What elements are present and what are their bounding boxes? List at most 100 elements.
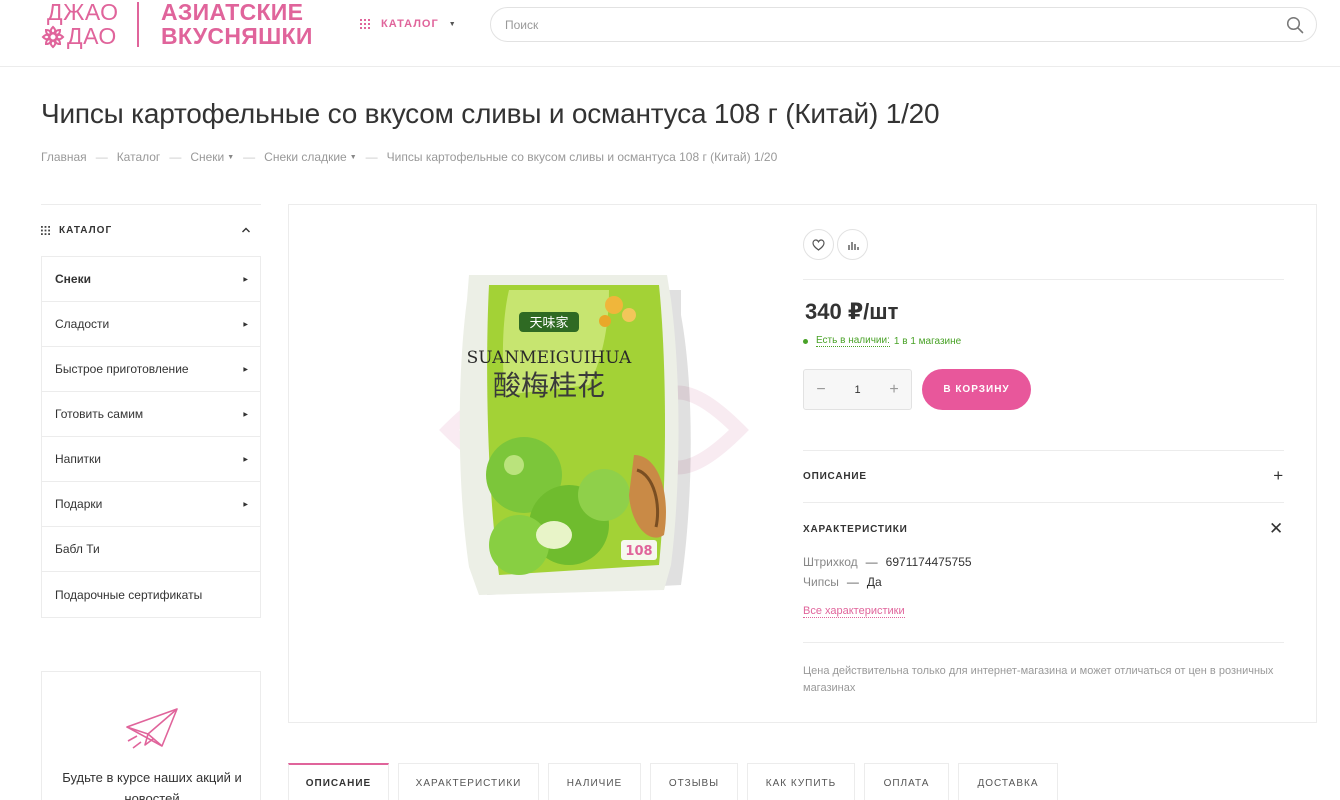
tab-availability[interactable]: НАЛИЧИЕ xyxy=(548,763,641,800)
sidebar-item-instant[interactable]: Быстрое приготовление ▶ xyxy=(42,347,260,392)
quantity-stepper: − 1 + xyxy=(803,369,912,410)
sidebar-item-label: Напитки xyxy=(55,452,101,466)
divider xyxy=(803,502,1284,503)
divider xyxy=(803,450,1284,451)
sidebar-item-bubble-tea[interactable]: Бабл Ти xyxy=(42,527,260,572)
logo-flower-icon xyxy=(41,25,65,49)
breadcrumb-separator: — xyxy=(169,150,182,164)
sidebar-catalog-title: КАТАЛОГ xyxy=(59,225,113,236)
breadcrumb-item-sweet-snacks[interactable]: Снеки сладкие xyxy=(264,150,347,164)
add-to-cart-button[interactable]: В КОРЗИНУ xyxy=(922,369,1031,410)
sidebar-item-label: Сладости xyxy=(55,317,110,331)
catalog-menu-button[interactable]: КАТАЛОГ ▼ xyxy=(360,16,456,32)
spec-key: Штрихкод xyxy=(803,555,858,569)
logo-text-line1: ДЖАО xyxy=(47,0,119,25)
caret-right-icon: ▶ xyxy=(243,322,248,328)
product-image[interactable]: 天味家 SUANMEIGUIHUA 酸梅桂花 108 xyxy=(409,245,779,615)
breadcrumb-item-current: Чипсы картофельные со вкусом сливы и осм… xyxy=(386,150,778,164)
spec-dash: — xyxy=(846,575,859,589)
site-logo[interactable]: ДЖАО ДАО АЗИАТСКИЕ ВКУСНЯШКИ xyxy=(41,0,321,50)
site-header: ДЖАО ДАО АЗИАТСКИЕ ВКУСНЯШКИ КАТАЛОГ ▼ xyxy=(0,0,1340,67)
stock-dot-icon xyxy=(803,338,808,344)
divider xyxy=(803,642,1284,643)
sidebar-item-snacks[interactable]: Снеки ▶ xyxy=(42,257,260,302)
specs-accordion-label: ХАРАКТЕРИСТИКИ xyxy=(803,523,908,535)
sidebar-item-label: Бабл Ти xyxy=(55,542,100,556)
stock-status[interactable]: Есть в наличии: 1 в 1 магазине xyxy=(803,335,961,347)
product-price: 340 ₽/шт xyxy=(805,299,899,324)
caret-down-icon[interactable]: ▼ xyxy=(350,154,357,161)
package-chinese-text: 酸梅桂花 xyxy=(493,369,605,402)
sidebar-item-label: Быстрое приготовление xyxy=(55,362,189,376)
sidebar-catalog-header[interactable]: КАТАЛОГ xyxy=(41,204,261,256)
product-card: 天味家 SUANMEIGUIHUA 酸梅桂花 108 340 ₽/шт Есть… xyxy=(288,204,1317,723)
compare-button[interactable] xyxy=(837,229,868,260)
grid-icon xyxy=(360,19,370,29)
caret-down-icon[interactable]: ▼ xyxy=(227,154,234,161)
spec-value: 6971174475755 xyxy=(885,555,972,569)
breadcrumb-item-snacks[interactable]: Снеки xyxy=(190,150,224,164)
breadcrumb: Главная — Каталог — Снеки ▼ — Снеки слад… xyxy=(41,150,777,164)
sidebar-item-cook-yourself[interactable]: Готовить самим ▶ xyxy=(42,392,260,437)
grid-icon xyxy=(41,226,50,235)
sidebar-item-label: Снеки xyxy=(55,272,91,286)
sidebar-item-gift-cards[interactable]: Подарочные сертификаты xyxy=(42,572,260,617)
tab-delivery[interactable]: ДОСТАВКА xyxy=(958,763,1058,800)
plus-icon: + xyxy=(1273,466,1284,485)
tab-description[interactable]: ОПИСАНИЕ xyxy=(288,763,389,800)
quantity-value[interactable]: 1 xyxy=(838,384,877,396)
sidebar-item-label: Подарочные сертификаты xyxy=(55,587,203,602)
price-note: Цена действительна только для интернет-м… xyxy=(803,665,1274,694)
search-input[interactable] xyxy=(505,16,1265,34)
description-accordion-label: ОПИСАНИЕ xyxy=(803,470,867,482)
favorite-button[interactable] xyxy=(803,229,834,260)
logo-tagline-line2: ВКУСНЯШКИ xyxy=(161,23,313,49)
paper-plane-icon xyxy=(126,708,178,749)
heart-icon xyxy=(812,238,825,251)
sidebar-item-label: Готовить самим xyxy=(55,407,144,421)
caret-right-icon: ▶ xyxy=(243,412,248,418)
chevron-up-icon[interactable] xyxy=(241,225,251,235)
quantity-decrease-button[interactable]: − xyxy=(804,370,838,409)
tab-specs[interactable]: ХАРАКТЕРИСТИКИ xyxy=(398,763,539,800)
caret-right-icon: ▶ xyxy=(243,367,248,373)
sidebar-item-label: Подарки xyxy=(55,497,103,511)
tab-reviews[interactable]: ОТЗЫВЫ xyxy=(650,763,738,800)
spec-key: Чипсы xyxy=(803,575,839,589)
logo-text-line2: ДАО xyxy=(67,23,117,49)
sidebar-item-sweets[interactable]: Сладости ▶ xyxy=(42,302,260,347)
stock-detail: 1 в 1 магазине xyxy=(893,335,962,347)
caret-down-icon: ▼ xyxy=(448,20,456,28)
breadcrumb-item-home[interactable]: Главная xyxy=(41,150,87,164)
stock-label: Есть в наличии: xyxy=(816,335,890,347)
specs-accordion[interactable]: ХАРАКТЕРИСТИКИ ✕ xyxy=(803,519,1284,539)
close-icon: ✕ xyxy=(1268,519,1284,538)
sidebar-menu: Снеки ▶ Сладости ▶ Быстрое приготовление… xyxy=(41,256,261,618)
newsletter-promo[interactable]: Будьте в курсе наших акций и новостей xyxy=(41,671,261,800)
package-latin-text: SUANMEIGUIHUA xyxy=(467,348,632,368)
tab-payment[interactable]: ОПЛАТА xyxy=(864,763,949,800)
caret-right-icon: ▶ xyxy=(243,457,248,463)
breadcrumb-separator: — xyxy=(95,150,108,164)
product-tabs: ОПИСАНИЕ ХАРАКТЕРИСТИКИ НАЛИЧИЕ ОТЗЫВЫ К… xyxy=(288,763,1067,800)
bar-chart-icon xyxy=(847,241,859,250)
sidebar-item-gifts[interactable]: Подарки ▶ xyxy=(42,482,260,527)
breadcrumb-separator: — xyxy=(365,150,378,164)
spec-row: Штрихкод — 6971174475755 xyxy=(803,555,972,569)
search-bar xyxy=(490,7,1317,42)
logo-divider xyxy=(137,2,139,47)
spec-dash: — xyxy=(865,555,878,569)
quantity-increase-button[interactable]: + xyxy=(877,370,911,409)
all-specs-link[interactable]: Все характеристики xyxy=(803,605,905,618)
logo-tagline-line1: АЗИАТСКИЕ xyxy=(161,0,304,25)
package-weight-text: 108 xyxy=(625,544,652,559)
description-accordion[interactable]: ОПИСАНИЕ + xyxy=(803,466,1284,486)
sidebar-item-drinks[interactable]: Напитки ▶ xyxy=(42,437,260,482)
breadcrumb-item-catalog[interactable]: Каталог xyxy=(117,150,161,164)
tab-how-to-buy[interactable]: КАК КУПИТЬ xyxy=(747,763,855,800)
catalog-menu-label: КАТАЛОГ xyxy=(381,18,439,30)
newsletter-promo-text: Будьте в курсе наших акций и новостей xyxy=(62,770,242,800)
search-icon[interactable] xyxy=(1286,16,1304,34)
spec-row: Чипсы — Да xyxy=(803,575,882,589)
caret-right-icon: ▶ xyxy=(243,502,248,508)
